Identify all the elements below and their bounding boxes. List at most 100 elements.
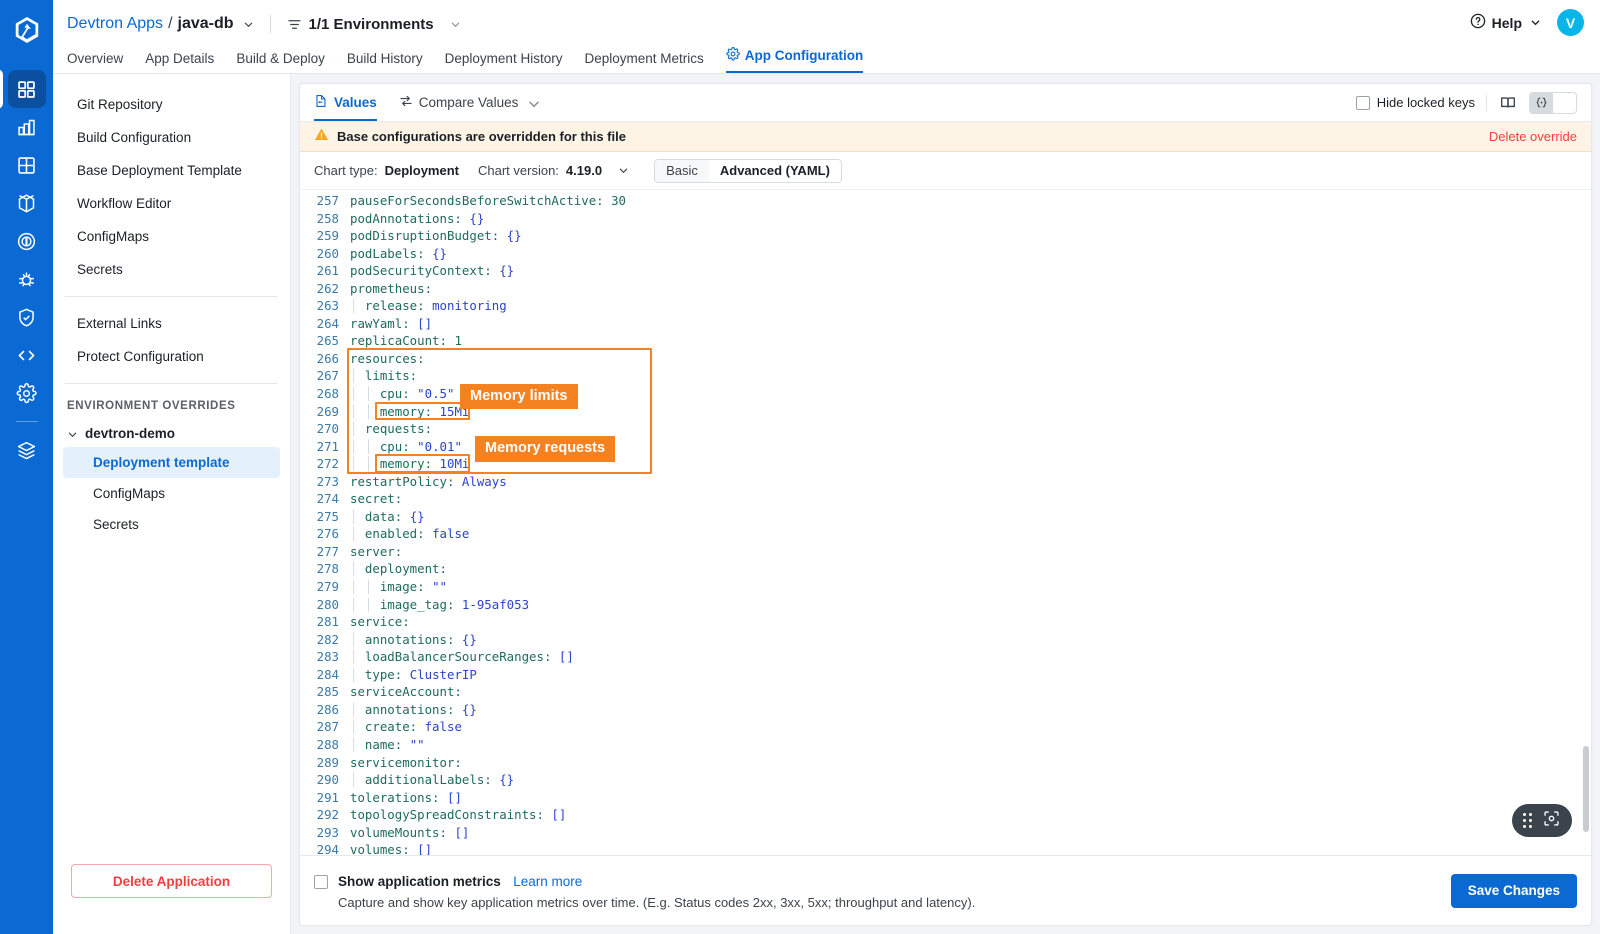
editor-mode-switch[interactable]: Basic Advanced (YAML) [654, 159, 842, 183]
nav-item-configmaps[interactable]: ConfigMaps [63, 220, 280, 253]
yaml-editor[interactable]: 257pauseForSecondsBeforeSwitchActive: 30… [300, 190, 1591, 855]
hide-locked-keys-checkbox[interactable] [1356, 96, 1370, 110]
sidebar-item-global-configurations[interactable] [8, 374, 46, 412]
editor-scrollbar[interactable] [1583, 746, 1589, 832]
line-content[interactable]: │ enabled: false [350, 525, 1591, 543]
line-content[interactable]: podDisruptionBudget: {} [350, 227, 1591, 245]
nav-item-external-links[interactable]: External Links [63, 307, 280, 340]
line-content[interactable]: podAnnotations: {} [350, 210, 1591, 228]
sidebar-item-clusters[interactable] [8, 222, 46, 260]
line-content[interactable]: │ name: "" [350, 736, 1591, 754]
line-content[interactable]: rawYaml: [] [350, 315, 1591, 333]
line-content[interactable]: │ create: false [350, 718, 1591, 736]
nav-env-devtron-demo[interactable]: devtron-demo [53, 420, 290, 447]
target-brackets-icon[interactable] [1542, 809, 1561, 833]
nav-item-workflow-editor[interactable]: Workflow Editor [63, 187, 280, 220]
breadcrumb-root[interactable]: Devtron Apps [67, 15, 163, 33]
sidebar-item-security[interactable] [8, 260, 46, 298]
line-content[interactable]: replicaCount: 1 [350, 332, 1591, 350]
app-switch-chevron-down-icon[interactable] [243, 19, 254, 30]
book-icon[interactable] [1498, 93, 1518, 113]
learn-more-link[interactable]: Learn more [513, 874, 582, 889]
line-content[interactable]: prometheus: [350, 280, 1591, 298]
line-content[interactable]: volumes: [] [350, 841, 1591, 855]
environments-chevron-down-icon[interactable] [450, 19, 461, 30]
tab-deployment-history[interactable]: Deployment History [445, 51, 563, 73]
mode-basic-button[interactable]: Basic [655, 160, 709, 182]
hide-locked-keys-toggle[interactable]: Hide locked keys [1356, 95, 1475, 110]
nav-item-protect-configuration[interactable]: Protect Configuration [63, 340, 280, 373]
avatar[interactable]: V [1557, 9, 1584, 36]
mode-advanced-yaml-button[interactable]: Advanced (YAML) [709, 160, 841, 182]
line-content[interactable]: servicemonitor: [350, 754, 1591, 772]
braces-icon[interactable] [1530, 93, 1553, 113]
line-content[interactable]: secret: [350, 490, 1591, 508]
line-content[interactable]: │ additionalLabels: {} [350, 771, 1591, 789]
sidebar-item-application-groups[interactable] [8, 146, 46, 184]
line-content[interactable]: podSecurityContext: {} [350, 262, 1591, 280]
line-content[interactable]: volumeMounts: [] [350, 824, 1591, 842]
yaml-code[interactable]: 257pauseForSecondsBeforeSwitchActive: 30… [300, 190, 1591, 855]
line-content[interactable]: │ │ memory: 10Mi [350, 455, 1591, 473]
compare-values-chevron-down-icon[interactable] [527, 97, 538, 108]
save-changes-button[interactable]: Save Changes [1451, 874, 1577, 908]
tab-overview[interactable]: Overview [67, 51, 123, 73]
line-content[interactable]: │ limits: [350, 367, 1591, 385]
line-content[interactable]: podLabels: {} [350, 245, 1591, 263]
line-content[interactable]: tolerations: [] [350, 789, 1591, 807]
nav-item-build-configuration[interactable]: Build Configuration [63, 121, 280, 154]
line-content[interactable]: │ requests: [350, 420, 1591, 438]
tab-compare-values[interactable]: Compare Values [399, 84, 539, 121]
line-content[interactable]: │ release: monitoring [350, 297, 1591, 315]
sidebar-item-chart-store[interactable] [8, 184, 46, 222]
json-yaml-toggle[interactable] [1529, 92, 1577, 114]
line-content[interactable]: │ deployment: [350, 560, 1591, 578]
nav-item-base-deployment-template[interactable]: Base Deployment Template [63, 154, 280, 187]
line-content[interactable]: restartPolicy: Always [350, 473, 1591, 491]
line-content[interactable]: service: [350, 613, 1591, 631]
line-content[interactable]: │ │ cpu: "0.5" [350, 385, 1591, 403]
line-content[interactable]: │ annotations: {} [350, 701, 1591, 719]
line-content[interactable]: topologySpreadConstraints: [] [350, 806, 1591, 824]
sidebar-item-policies[interactable] [8, 298, 46, 336]
floating-assistant-widget[interactable] [1512, 804, 1572, 837]
tab-deployment-metrics[interactable]: Deployment Metrics [584, 51, 703, 73]
delete-application-button[interactable]: Delete Application [71, 864, 272, 898]
nav-item-env-secrets[interactable]: Secrets [63, 509, 280, 540]
line-content[interactable]: server: [350, 543, 1591, 561]
line-content[interactable]: │ type: ClusterIP [350, 666, 1591, 684]
line-content[interactable]: │ annotations: {} [350, 631, 1591, 649]
devtron-logo-icon[interactable] [4, 7, 50, 53]
line-content[interactable]: resources: [350, 350, 1591, 368]
toggle-knob[interactable] [1553, 93, 1576, 113]
nav-item-secrets[interactable]: Secrets [63, 253, 280, 286]
nav-item-git-repository[interactable]: Git Repository [63, 88, 280, 121]
line-content[interactable]: │ │ image_tag: 1-95af053 [350, 596, 1591, 614]
tab-build-and-deploy[interactable]: Build & Deploy [236, 51, 325, 73]
tab-app-details[interactable]: App Details [145, 51, 214, 73]
code-line: 291tolerations: [] [300, 789, 1591, 807]
sidebar-item-bulk-edit[interactable] [8, 336, 46, 374]
sidebar-item-applications[interactable] [8, 70, 46, 108]
tab-build-history[interactable]: Build History [347, 51, 423, 73]
line-content[interactable]: │ │ cpu: "0.01" [350, 438, 1591, 456]
show-application-metrics-checkbox[interactable] [314, 875, 328, 889]
help-menu[interactable]: Help [1470, 13, 1541, 32]
nav-item-env-configmaps[interactable]: ConfigMaps [63, 478, 280, 509]
tab-values[interactable]: Values [314, 84, 377, 121]
line-content[interactable]: serviceAccount: [350, 683, 1591, 701]
help-chevron-down-icon[interactable] [1530, 17, 1541, 28]
line-content[interactable]: │ loadBalancerSourceRanges: [] [350, 648, 1591, 666]
sidebar-item-stack-manager[interactable] [8, 431, 46, 469]
tab-app-configuration[interactable]: App Configuration [726, 47, 863, 73]
chart-version-chevron-down-icon[interactable] [618, 165, 629, 176]
line-content[interactable]: pauseForSecondsBeforeSwitchActive: 30 [350, 192, 1591, 210]
line-content[interactable]: │ data: {} [350, 508, 1591, 526]
nav-item-deployment-template[interactable]: Deployment template [63, 447, 280, 478]
line-content[interactable]: │ │ memory: 15Mi [350, 403, 1591, 421]
delete-override-link[interactable]: Delete override [1489, 129, 1577, 144]
line-content[interactable]: │ │ image: "" [350, 578, 1591, 596]
drag-dots-icon[interactable] [1523, 813, 1532, 828]
sidebar-item-jobs[interactable] [8, 108, 46, 146]
environments-selector[interactable]: 1/1 Environments [287, 16, 461, 33]
